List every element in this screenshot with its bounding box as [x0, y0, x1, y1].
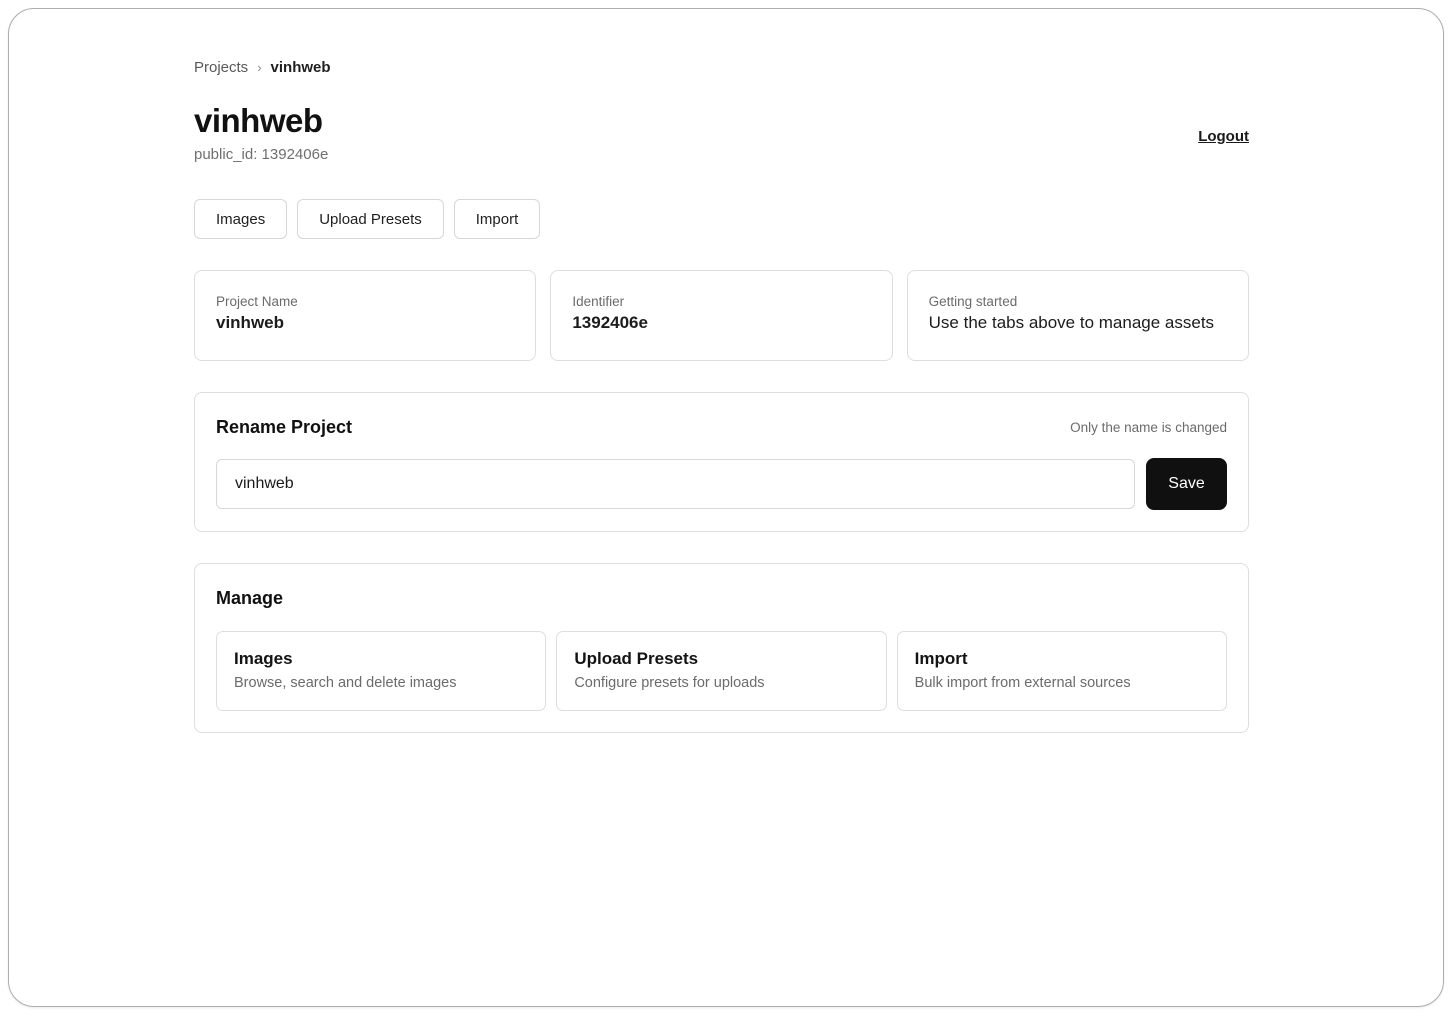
rename-form: Save: [216, 459, 1227, 510]
main-content: Projects › vinhweb vinhweb public_id: 13…: [194, 9, 1249, 733]
app-window: Projects › vinhweb vinhweb public_id: 13…: [8, 8, 1444, 1007]
page-header: vinhweb public_id: 1392406e Logout: [194, 103, 1249, 163]
manage-card-upload-presets[interactable]: Upload Presets Configure presets for upl…: [556, 631, 886, 711]
breadcrumb-current: vinhweb: [271, 59, 331, 76]
manage-section-title: Manage: [216, 588, 1227, 609]
info-card-row: Project Name vinhweb Identifier 1392406e…: [194, 270, 1249, 361]
breadcrumb-projects-link[interactable]: Projects: [194, 59, 248, 76]
tab-images[interactable]: Images: [194, 199, 287, 239]
manage-card-import[interactable]: Import Bulk import from external sources: [897, 631, 1227, 711]
tab-bar: Images Upload Presets Import: [194, 199, 1249, 239]
project-name-card: Project Name vinhweb: [194, 270, 536, 361]
rename-section-note: Only the name is changed: [1070, 420, 1227, 435]
manage-card-row: Images Browse, search and delete images …: [216, 631, 1227, 711]
breadcrumb: Projects › vinhweb: [194, 59, 1249, 76]
manage-section: Manage Images Browse, search and delete …: [194, 563, 1249, 733]
page-title: vinhweb: [194, 103, 328, 139]
title-block: vinhweb public_id: 1392406e: [194, 103, 328, 163]
rename-section-header: Rename Project Only the name is changed: [216, 417, 1227, 438]
project-name-label: Project Name: [216, 294, 514, 309]
manage-images-description: Browse, search and delete images: [234, 675, 528, 691]
manage-import-description: Bulk import from external sources: [915, 675, 1209, 691]
getting-started-card: Getting started Use the tabs above to ma…: [907, 270, 1249, 361]
rename-section-title: Rename Project: [216, 417, 352, 438]
manage-card-images[interactable]: Images Browse, search and delete images: [216, 631, 546, 711]
logout-link[interactable]: Logout: [1198, 128, 1249, 145]
rename-project-section: Rename Project Only the name is changed …: [194, 392, 1249, 532]
getting-started-label: Getting started: [929, 294, 1227, 309]
getting-started-text: Use the tabs above to manage assets: [929, 313, 1227, 333]
public-id-text: public_id: 1392406e: [194, 146, 328, 163]
identifier-label: Identifier: [572, 294, 870, 309]
project-name-input[interactable]: [216, 459, 1135, 509]
save-button[interactable]: Save: [1146, 458, 1227, 510]
manage-import-title: Import: [915, 649, 1209, 669]
breadcrumb-separator-icon: ›: [257, 60, 261, 75]
tab-import[interactable]: Import: [454, 199, 541, 239]
tab-upload-presets[interactable]: Upload Presets: [297, 199, 444, 239]
project-name-value: vinhweb: [216, 313, 514, 333]
manage-upload-presets-description: Configure presets for uploads: [574, 675, 868, 691]
manage-images-title: Images: [234, 649, 528, 669]
identifier-value: 1392406e: [572, 313, 870, 333]
manage-upload-presets-title: Upload Presets: [574, 649, 868, 669]
identifier-card: Identifier 1392406e: [550, 270, 892, 361]
